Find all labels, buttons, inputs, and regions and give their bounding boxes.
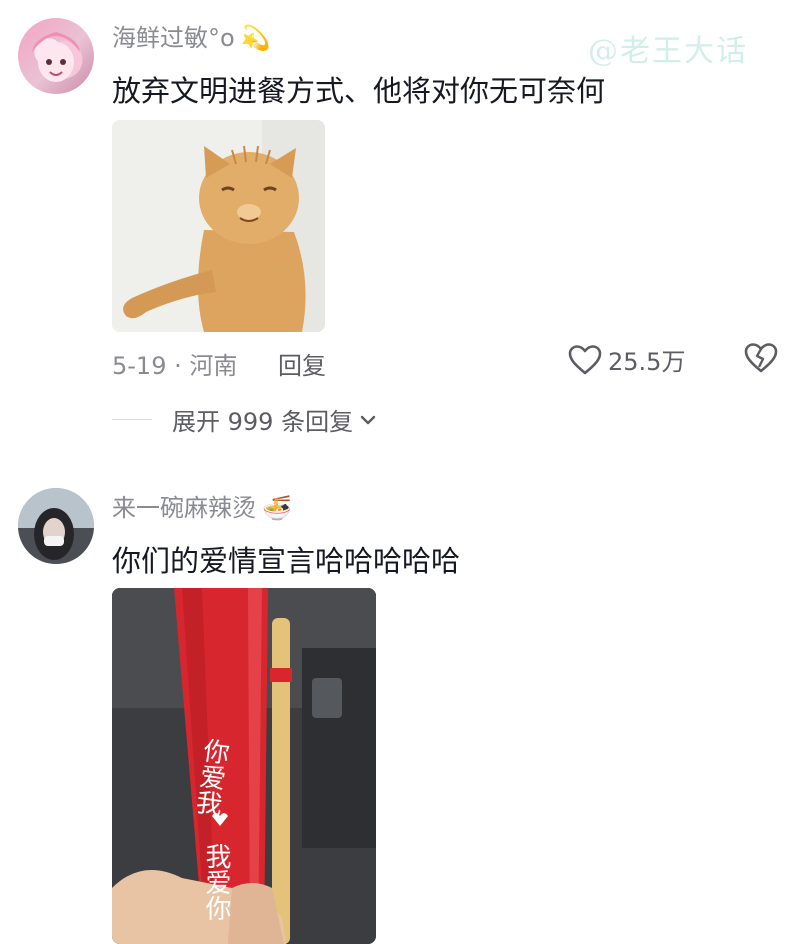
dizzy-emoji-icon: 💫 [240,24,271,52]
cup-text-bottom: 我爱你 [201,843,231,921]
comment-item: 来一碗麻辣烫 🍜 你们的爱情宣言哈哈哈哈哈 你爱我 我爱你 [0,470,787,944]
username-text: 海鲜过敏°o [112,24,235,52]
avatar[interactable] [18,18,94,94]
comment-text: 放弃文明进餐方式、他将对你无可奈何 [112,74,606,108]
cup-photo-illustration: 你爱我 我爱你 [112,588,376,944]
username[interactable]: 海鲜过敏°o 💫 [112,18,271,53]
heart-outline-icon [568,344,602,376]
avatar-illustration [32,32,80,82]
username-text: 来一碗麻辣烫 [112,494,256,522]
like-count: 25.5万 [608,348,686,376]
avatar-photo [18,488,94,564]
comment-meta: 5-19 · 河南 [112,352,238,380]
comment-image-cat[interactable] [112,120,325,332]
comment-image-cup[interactable]: 你爱我 我爱你 [112,588,376,944]
broken-heart-icon [744,342,778,374]
username[interactable]: 来一碗麻辣烫 🍜 [112,488,292,523]
divider-line [112,419,152,420]
like-button[interactable]: 25.5万 [568,342,685,377]
comment-text: 你们的爱情宣言哈哈哈哈哈 [112,544,461,578]
expand-replies-label: 展开 999 条回复 [172,408,354,436]
chevron-down-icon [359,414,377,426]
reply-button[interactable]: 回复 [278,346,326,381]
cat-meme-illustration [112,120,325,332]
dislike-button[interactable] [744,342,778,374]
comment-item: 海鲜过敏°o💫 放弃文明进餐方式、他将对你无可奈何 5-19 · 河南 回复 [0,0,787,460]
expand-replies-button[interactable]: 展开 999 条回复 [112,402,377,437]
avatar[interactable] [18,488,94,564]
noodle-bowl-emoji-icon: 🍜 [262,494,292,522]
